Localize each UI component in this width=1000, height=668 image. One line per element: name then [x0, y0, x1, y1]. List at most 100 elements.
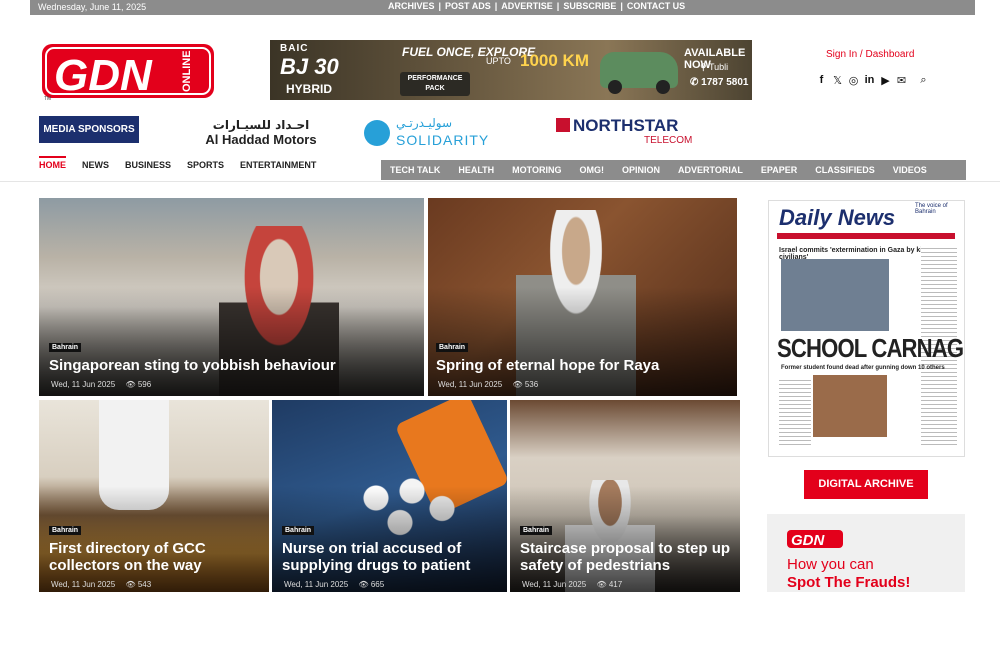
article-meta: Wed, 11 Jun 2025 👁 543 [51, 580, 151, 589]
article-card[interactable]: Bahrain Singaporean sting to yobbish beh… [39, 198, 424, 396]
top-link-post-ads[interactable]: POST ADS [445, 1, 491, 11]
article-title[interactable]: Spring of eternal hope for Raya [436, 357, 726, 374]
media-sponsors-label: MEDIA SPONSORS [39, 116, 139, 143]
ad-phone: ✆ 1787 5801 [690, 77, 749, 88]
top-links: ARCHIVES | POST ADS | ADVERTISE | SUBSCRIBE… [388, 1, 686, 11]
sponsor-solidarity[interactable]: سوليـدرتـي SOLIDARITY [364, 116, 504, 148]
linkedin-icon[interactable]: in [864, 74, 875, 87]
nav-videos[interactable]: VIDEOS [884, 165, 936, 175]
ad-brand: BAIC [280, 43, 309, 54]
sponsor-haddad-arabic: احـداد للسيـارات [212, 118, 310, 132]
car-image [600, 52, 678, 94]
paper-text-lines [779, 377, 811, 445]
article-card[interactable]: Bahrain Spring of eternal hope for Raya … [428, 198, 737, 396]
nav-health[interactable]: HEALTH [449, 165, 503, 175]
article-date: Wed, 11 Jun 2025 [284, 580, 349, 589]
article-meta: Wed, 11 Jun 2025 👁 596 [51, 380, 151, 389]
category-tag[interactable]: Bahrain [49, 343, 82, 352]
nav-epaper[interactable]: EPAPER [752, 165, 806, 175]
article-date: Wed, 11 Jun 2025 [51, 380, 116, 389]
nav-opinion[interactable]: OPINION [613, 165, 669, 175]
nav-classifieds[interactable]: CLASSIFIEDS [806, 165, 884, 175]
paper-red-bar [777, 233, 955, 239]
sponsor-northstar-sub: TELECOM [644, 135, 693, 146]
eye-icon: 👁 [125, 580, 136, 589]
gdn-mini-logo: GDN [787, 530, 843, 548]
top-link-archives[interactable]: ARCHIVES [388, 1, 435, 11]
eye-icon: 👁 [596, 580, 607, 589]
top-link-advertise[interactable]: ADVERTISE [501, 1, 553, 11]
eye-icon: 👁 [358, 580, 369, 589]
sponsor-haddad-english: Al Haddad Motors [205, 132, 317, 147]
article-card[interactable]: Bahrain Nurse on trial accused of supply… [272, 400, 507, 592]
article-title[interactable]: First directory of GCC collectors on the… [49, 540, 259, 574]
logo-text: GDN [54, 51, 153, 100]
nav-motoring[interactable]: MOTORING [503, 165, 570, 175]
instagram-icon[interactable]: ◎ [848, 74, 859, 87]
article-title[interactable]: Nurse on trial accused of supplying drug… [282, 540, 497, 574]
nav-business[interactable]: BUSINESS [125, 160, 171, 170]
article-meta: Wed, 11 Jun 2025 👁 536 [438, 380, 538, 389]
nav-omg[interactable]: OMG! [571, 165, 614, 175]
sponsor-solidarity-english: SOLIDARITY [396, 132, 490, 148]
nav-tech-talk[interactable]: TECH TALK [381, 165, 449, 175]
category-tag[interactable]: Bahrain [520, 526, 553, 535]
nav-entertainment[interactable]: ENTERTAINMENT [240, 160, 316, 170]
fraud-line-2: Spot The Frauds! [787, 574, 911, 591]
nav-home[interactable]: HOME [39, 156, 66, 170]
view-count: 417 [608, 580, 623, 589]
article-card[interactable]: Bahrain Staircase proposal to step up sa… [510, 400, 740, 592]
gdn-online-logo[interactable]: GDN ONLINE TM [40, 40, 216, 102]
fraud-promo[interactable]: GDN How you can Spot The Frauds! [767, 514, 965, 592]
article-card[interactable]: Bahrain First directory of GCC collector… [39, 400, 269, 592]
article-title[interactable]: Singaporean sting to yobbish behaviour [49, 357, 409, 374]
paper-photo [813, 375, 887, 437]
secondary-nav: TECH TALK HEALTH MOTORING OMG! OPINION A… [381, 160, 966, 180]
ad-slogan-upto: UPTO [486, 56, 511, 66]
top-bar: Wednesday, June 11, 2025 ARCHIVES | POST … [30, 0, 975, 15]
northstar-logo-icon [556, 118, 570, 132]
article-meta: Wed, 11 Jun 2025 👁 665 [284, 580, 384, 589]
paper-lead-headline: SCHOOL CARNAGE [777, 333, 965, 363]
search-icon[interactable]: ⌕ [918, 74, 929, 87]
solidarity-logo-icon [364, 120, 390, 146]
mail-icon[interactable]: ✉ [896, 74, 907, 87]
x-icon[interactable]: 𝕏 [832, 74, 843, 87]
nav-news[interactable]: NEWS [82, 160, 109, 170]
top-link-contact-us[interactable]: CONTACT US [627, 1, 685, 11]
banner-ad[interactable]: BAIC BJ 30 HYBRID FUEL ONCE, EXPLORE UPT… [270, 40, 752, 100]
top-link-subscribe[interactable]: SUBSCRIBE [563, 1, 616, 11]
sponsor-northstar-name: NORTHSTAR [573, 116, 679, 135]
paper-tagline: The voice of Bahrain [915, 203, 948, 215]
signin-link[interactable]: Sign In / Dashboard [826, 49, 914, 60]
article-date: Wed, 11 Jun 2025 [438, 380, 503, 389]
youtube-icon[interactable]: ▶ [880, 74, 891, 87]
nav-advertorial[interactable]: ADVERTORIAL [669, 165, 752, 175]
article-date: Wed, 11 Jun 2025 [522, 580, 587, 589]
sponsor-solidarity-arabic: سوليـدرتـي [396, 116, 452, 130]
main-nav: HOME NEWS BUSINESS SPORTS ENTERTAINMENT [39, 156, 316, 170]
category-tag[interactable]: Bahrain [282, 526, 315, 535]
paper-photo [781, 259, 889, 331]
eye-icon: 👁 [512, 380, 523, 389]
ad-performance-pack: PERFORMANCE PACK [400, 72, 470, 96]
ad-slogan: FUEL ONCE, EXPLORE [402, 45, 536, 59]
ad-slogan-km: 1000 KM [520, 51, 589, 70]
digital-archive-button[interactable]: DIGITAL ARCHIVE [804, 470, 928, 499]
nav-divider [0, 181, 1000, 182]
fraud-line-1: How you can [787, 556, 874, 573]
sponsor-northstar-telecom[interactable]: NORTHSTAR TELECOM [556, 116, 701, 150]
nav-sports[interactable]: SPORTS [187, 160, 224, 170]
social-icons: f 𝕏 ◎ in ▶ ✉ ⌕ [816, 74, 929, 87]
facebook-icon[interactable]: f [816, 74, 827, 87]
sponsor-al-haddad-motors[interactable]: احـداد للسيـارات Al Haddad Motors [205, 118, 317, 148]
view-count: 596 [137, 380, 152, 389]
epaper-thumbnail[interactable]: Daily News The voice of Bahrain Israel c… [768, 200, 965, 457]
category-tag[interactable]: Bahrain [49, 526, 82, 535]
category-tag[interactable]: Bahrain [436, 343, 469, 352]
article-date: Wed, 11 Jun 2025 [51, 580, 116, 589]
ad-model: BJ 30 [280, 54, 339, 79]
logo-tm: TM [44, 96, 51, 102]
ad-variant: HYBRID [286, 82, 333, 96]
article-title[interactable]: Staircase proposal to step up safety of … [520, 540, 735, 574]
